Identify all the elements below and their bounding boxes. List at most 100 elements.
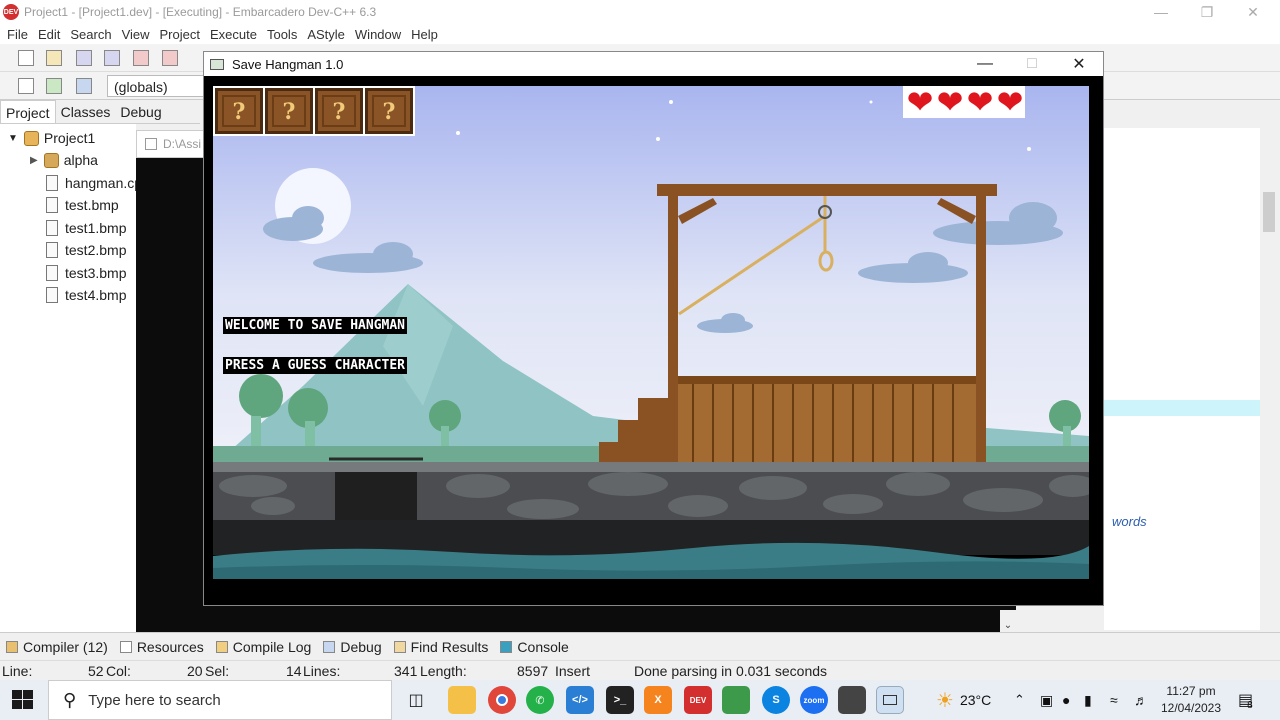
tree-file-label: test1.bmp [65, 220, 127, 236]
notepad-plus-icon[interactable] [722, 686, 750, 714]
tab-find-results[interactable]: Find Results [393, 639, 488, 655]
tree-file[interactable]: test2.bmp [46, 239, 126, 261]
ide-close-button[interactable]: ✕ [1230, 0, 1276, 24]
status-sel-label: Sel: [205, 663, 230, 679]
hangman-minimize-button[interactable]: — [962, 52, 1008, 76]
indent-icon[interactable] [18, 78, 34, 94]
hangman-window[interactable]: Save Hangman 1.0 — □ ✕ ? ? ? ? ❤ ❤ ❤ ❤ W… [203, 51, 1104, 606]
project-icon [23, 130, 39, 146]
save-icon[interactable] [76, 50, 92, 66]
file-explorer-icon[interactable] [448, 686, 476, 714]
tree-folder-alpha[interactable]: ▶ alpha [30, 149, 98, 171]
tree-file-label: hangman.cp [65, 175, 143, 191]
zoom-icon[interactable]: zoom [800, 686, 828, 714]
tab-resources[interactable]: Resources [119, 639, 204, 655]
status-line-label: Line: [2, 663, 33, 679]
status-bar: Line: 52 Col: 20 Sel: 14 Lines: 341 Leng… [0, 660, 1280, 680]
heart-icon: ❤ [996, 86, 1024, 120]
mystery-crate-icon: ? [265, 88, 313, 134]
new-file-icon[interactable] [18, 50, 34, 66]
tab-project[interactable]: Project [0, 100, 56, 123]
tree-file[interactable]: test.bmp [46, 194, 119, 216]
menu-tools[interactable]: Tools [262, 27, 302, 42]
tree-file[interactable]: test3.bmp [46, 262, 126, 284]
ide-title-bar: DEV Project1 - [Project1.dev] - [Executi… [0, 0, 1280, 24]
windows-start-button[interactable] [12, 690, 34, 710]
menu-edit[interactable]: Edit [33, 27, 65, 42]
menu-file[interactable]: File [2, 27, 33, 42]
close-file-icon[interactable] [133, 50, 149, 66]
hangman-close-button[interactable]: ✕ [1056, 52, 1102, 76]
goto-icon[interactable] [46, 78, 62, 94]
devcpp-taskbar-icon[interactable]: DEV [684, 686, 712, 714]
xampp-icon[interactable]: X [644, 686, 672, 714]
menu-search[interactable]: Search [65, 27, 116, 42]
battery-icon[interactable]: ▮ [1084, 680, 1092, 720]
tab-debug[interactable]: Debug [115, 100, 166, 123]
tab-compile-log[interactable]: Compile Log [215, 639, 311, 655]
tree-file[interactable]: hangman.cp [46, 172, 142, 194]
status-lines-value: 341 [394, 663, 418, 679]
tree-file-label: test3.bmp [65, 265, 127, 281]
notification-icon[interactable]: ▤ 8 [1238, 680, 1253, 720]
tray-icon[interactable]: ▣ [1040, 680, 1053, 720]
tab-classes[interactable]: Classes [56, 100, 116, 123]
menu-project[interactable]: Project [155, 27, 205, 42]
clock-date: 12/04/2023 [1160, 701, 1222, 715]
menu-view[interactable]: View [117, 27, 155, 42]
tab-debug-panel[interactable]: Debug [323, 639, 382, 655]
hangman-maximize-button[interactable]: □ [1009, 52, 1055, 76]
tree-file-label: test4.bmp [65, 287, 127, 303]
code-editor[interactable]: words [1104, 128, 1260, 630]
ide-minimize-button[interactable]: — [1138, 0, 1184, 24]
tree-file[interactable]: test4.bmp [46, 284, 126, 306]
tree-file-label: test2.bmp [65, 242, 127, 258]
menu-astyle[interactable]: AStyle [302, 27, 350, 42]
tree-root-project1[interactable]: ▼ Project1 [8, 127, 95, 149]
tab-console[interactable]: Console [500, 639, 569, 655]
whatsapp-icon[interactable]: ✆ [526, 686, 554, 714]
terminal-icon[interactable]: >_ [606, 686, 634, 714]
tree-file[interactable]: test1.bmp [46, 217, 126, 239]
weather-widget[interactable]: ☀ 23°C [936, 680, 991, 720]
status-length-label: Length: [420, 663, 467, 679]
file-icon [46, 242, 58, 258]
temperature: 23°C [959, 692, 992, 708]
menu-execute[interactable]: Execute [205, 27, 262, 42]
ide-window-title: Project1 - [Project1.dev] - [Executing] … [24, 5, 377, 19]
menu-help[interactable]: Help [406, 27, 443, 42]
game-scene[interactable]: ? ? ? ? ❤ ❤ ❤ ❤ WELCOME TO SAVE HANGMAN … [213, 86, 1089, 579]
save-all-icon[interactable] [104, 50, 120, 66]
volume-icon[interactable]: ♬ [1134, 680, 1148, 720]
status-line-value: 52 [88, 663, 104, 679]
message-panel-tabs: Compiler (12) Resources Compile Log Debu… [0, 632, 1280, 660]
tab-compiler[interactable]: Compiler (12) [6, 639, 108, 655]
tree-folder-label: alpha [63, 152, 98, 168]
app-window-icon[interactable] [838, 686, 866, 714]
chrome-icon[interactable] [488, 686, 516, 714]
task-view-icon[interactable]: ◫ [402, 686, 430, 714]
taskbar-clock[interactable]: 11:27 pm 12/04/2023 [1156, 683, 1226, 717]
taskbar-search-box[interactable]: ⚲ Type here to search [48, 680, 392, 720]
skype-icon[interactable]: S [762, 686, 790, 714]
compile-log-icon [215, 640, 228, 653]
compiler-icon [6, 640, 18, 653]
scrollbar-thumb[interactable] [1263, 192, 1275, 232]
vscode-icon[interactable]: </> [566, 686, 594, 714]
open-file-icon[interactable] [46, 50, 62, 66]
devcpp-app-icon: DEV [3, 4, 19, 20]
menu-window[interactable]: Window [350, 27, 406, 42]
hangman-taskbar-icon[interactable] [876, 686, 904, 714]
bookmark-icon[interactable] [76, 78, 92, 94]
close-all-icon[interactable] [162, 50, 178, 66]
code-token: words [1112, 514, 1147, 529]
hangman-window-title: Save Hangman 1.0 [232, 56, 344, 72]
ide-restore-button[interactable]: ❐ [1184, 0, 1230, 24]
resources-icon [119, 640, 132, 653]
microphone-icon[interactable]: ● [1062, 680, 1070, 720]
scope-select[interactable]: (globals) [107, 75, 205, 97]
wifi-icon[interactable]: ≈ [1110, 680, 1118, 720]
editor-scrollbar[interactable] [1260, 128, 1280, 630]
remaining-guesses-crates: ? ? ? ? [213, 86, 415, 136]
chevron-up-icon[interactable]: ⌃ [1014, 680, 1025, 720]
